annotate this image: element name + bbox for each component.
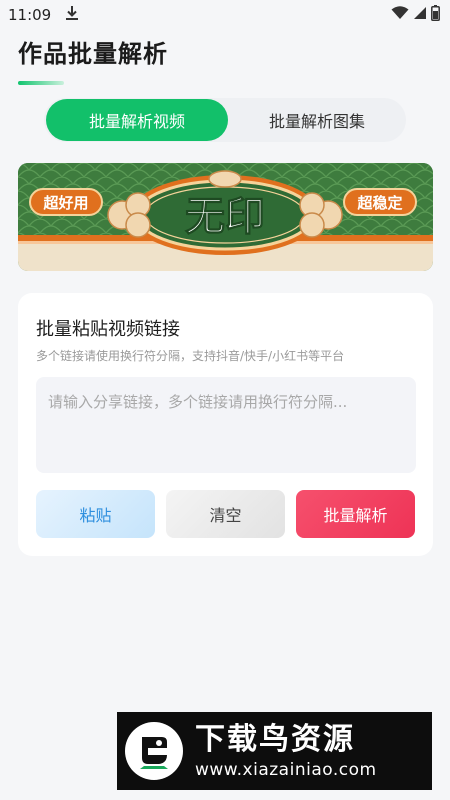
batch-parse-button[interactable]: 批量解析: [296, 490, 415, 538]
battery-icon: [431, 5, 440, 25]
banner-center-text: 无印: [185, 193, 265, 240]
tab-bar: 批量解析视频 批量解析图集: [44, 98, 406, 142]
status-bar: 11:09: [0, 0, 450, 30]
download-icon: [65, 5, 79, 25]
card-title: 批量粘贴视频链接: [36, 319, 180, 340]
banner-left-badge: 超好用: [42, 194, 88, 212]
batch-paste-card: 批量粘贴视频链接 多个链接请使用换行符分隔，支持抖音/快手/小红书等平台 粘贴 …: [18, 293, 433, 556]
card-subtitle: 多个链接请使用换行符分隔，支持抖音/快手/小红书等平台: [36, 349, 345, 363]
wifi-icon: [391, 6, 409, 24]
page-title: 作品批量解析: [18, 40, 168, 68]
tab-batch-gallery[interactable]: 批量解析图集: [228, 99, 406, 141]
tab-batch-video[interactable]: 批量解析视频: [46, 99, 228, 141]
status-left: 11:09: [8, 5, 79, 25]
watermark-text: 下载鸟资源 www.xiazainiao.com: [195, 722, 377, 780]
clear-button[interactable]: 清空: [166, 490, 285, 538]
banner-right-badge: 超稳定: [356, 194, 402, 212]
page-header: 作品批量解析: [18, 34, 168, 85]
title-underline: [18, 81, 64, 85]
bird-logo-icon: [125, 722, 183, 780]
watermark: 下载鸟资源 www.xiazainiao.com: [117, 712, 432, 790]
watermark-url: www.xiazainiao.com: [195, 760, 377, 780]
paste-button[interactable]: 粘贴: [36, 490, 155, 538]
watermark-name: 下载鸟资源: [195, 722, 355, 757]
link-input[interactable]: [36, 377, 416, 473]
status-time: 11:09: [8, 6, 52, 24]
banner-artwork: 超好用 超稳定 无印: [18, 163, 433, 271]
signal-icon: [413, 6, 427, 24]
status-right: [391, 5, 440, 25]
promo-banner: 超好用 超稳定 无印: [18, 163, 433, 271]
